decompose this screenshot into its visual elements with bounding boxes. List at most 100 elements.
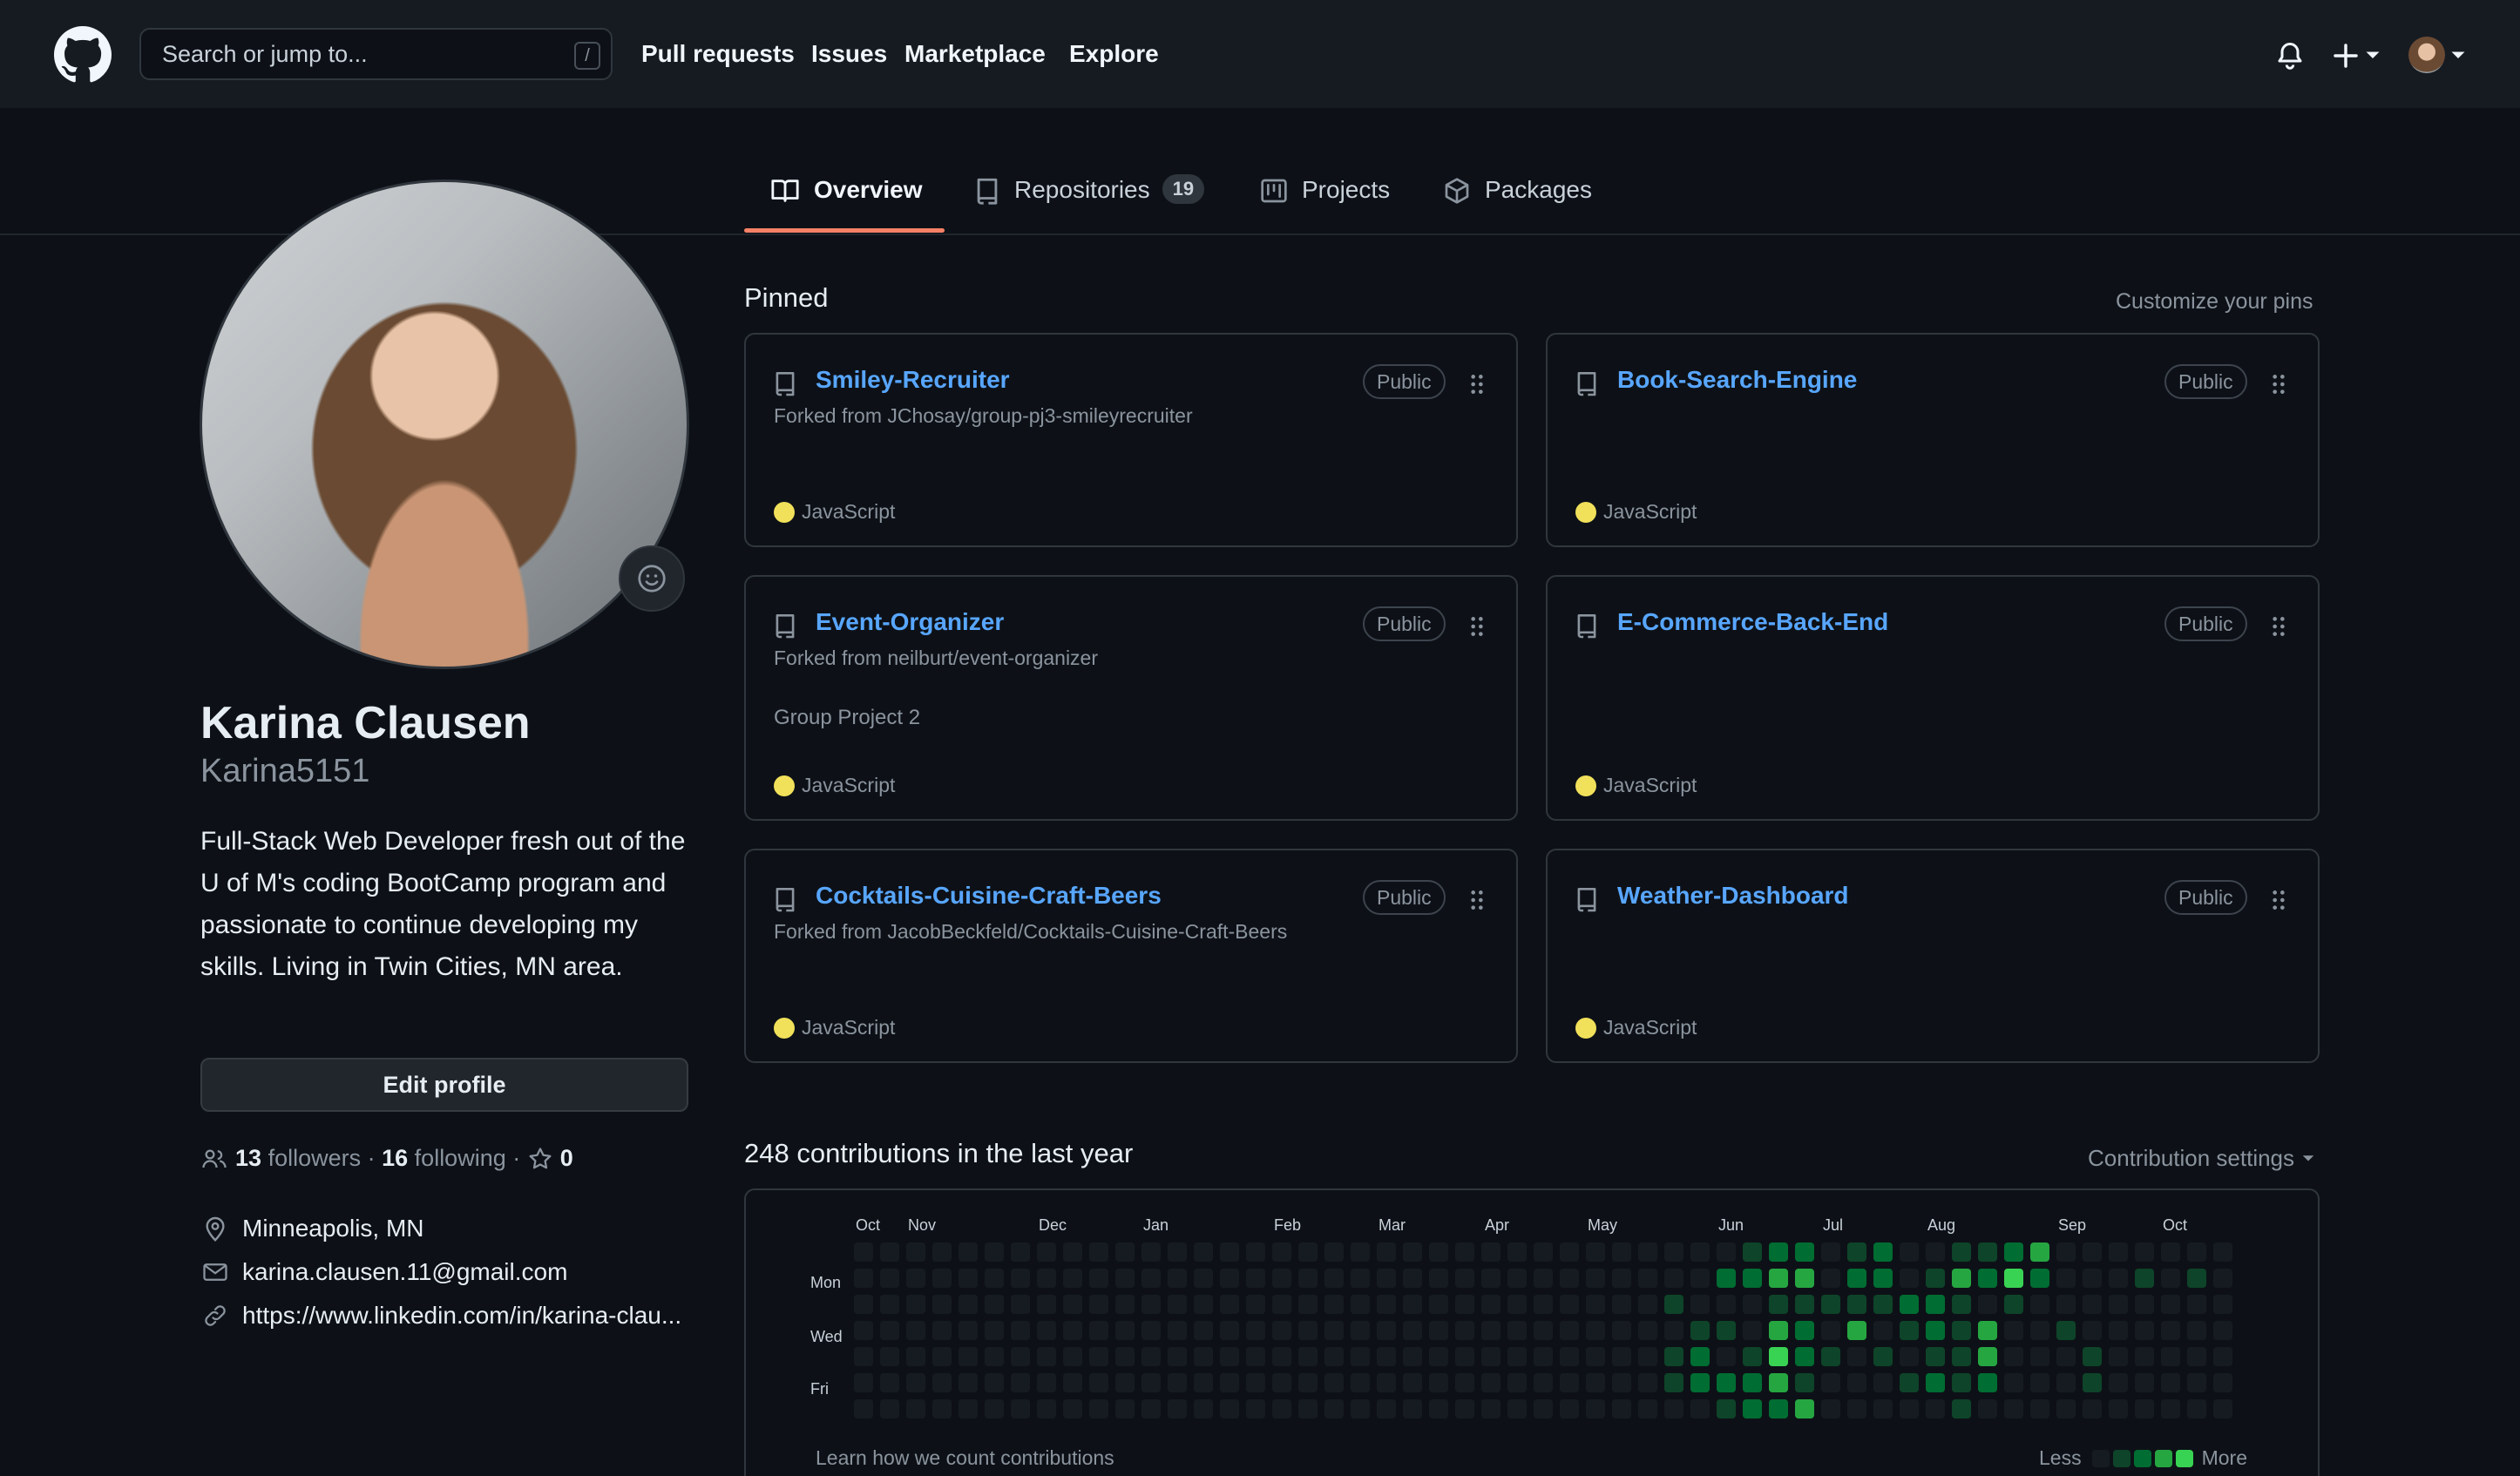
- contribution-day[interactable]: [2004, 1373, 2023, 1392]
- contribution-day[interactable]: [1089, 1269, 1108, 1288]
- contribution-day[interactable]: [1455, 1321, 1474, 1340]
- contribution-day[interactable]: [1455, 1242, 1474, 1262]
- contribution-day[interactable]: [1115, 1295, 1135, 1314]
- contribution-day[interactable]: [1560, 1321, 1579, 1340]
- contribution-day[interactable]: [1847, 1347, 1866, 1366]
- contribution-day[interactable]: [1037, 1321, 1056, 1340]
- contribution-day[interactable]: [985, 1399, 1004, 1418]
- contribution-day[interactable]: [932, 1269, 952, 1288]
- contribution-day[interactable]: [1246, 1347, 1265, 1366]
- contribution-day[interactable]: [1324, 1295, 1344, 1314]
- contribution-day[interactable]: [1403, 1321, 1422, 1340]
- contribution-day[interactable]: [1403, 1295, 1422, 1314]
- contribution-day[interactable]: [1037, 1399, 1056, 1418]
- contribution-day[interactable]: [959, 1321, 978, 1340]
- contribution-day[interactable]: [1873, 1269, 1893, 1288]
- contribution-day[interactable]: [2030, 1347, 2049, 1366]
- contribution-day[interactable]: [932, 1242, 952, 1262]
- contribution-day[interactable]: [2083, 1242, 2102, 1262]
- contribution-day[interactable]: [2083, 1399, 2102, 1418]
- contribution-day[interactable]: [1664, 1347, 1683, 1366]
- contribution-day[interactable]: [959, 1373, 978, 1392]
- contribution-day[interactable]: [1560, 1242, 1579, 1262]
- contribution-day[interactable]: [1063, 1269, 1082, 1288]
- contribution-day[interactable]: [906, 1295, 925, 1314]
- contribution-day[interactable]: [1246, 1295, 1265, 1314]
- contribution-day[interactable]: [1586, 1321, 1605, 1340]
- contribution-day[interactable]: [1586, 1347, 1605, 1366]
- contribution-day[interactable]: [2109, 1321, 2128, 1340]
- search-input[interactable]: [141, 30, 611, 78]
- contribution-day[interactable]: [1037, 1269, 1056, 1288]
- contribution-day[interactable]: [1298, 1269, 1318, 1288]
- drag-handle-icon[interactable]: [1469, 615, 1485, 638]
- contribution-day[interactable]: [1534, 1373, 1553, 1392]
- contribution-day[interactable]: [1089, 1242, 1108, 1262]
- drag-handle-icon[interactable]: [2271, 615, 2286, 638]
- contribution-day[interactable]: [2161, 1295, 2180, 1314]
- contribution-day[interactable]: [1873, 1347, 1893, 1366]
- contribution-day[interactable]: [1220, 1321, 1239, 1340]
- contribution-day[interactable]: [1795, 1242, 1814, 1262]
- contribution-day[interactable]: [1821, 1373, 1840, 1392]
- contribution-day[interactable]: [1089, 1295, 1108, 1314]
- contribution-day[interactable]: [1324, 1321, 1344, 1340]
- contribution-day[interactable]: [2083, 1295, 2102, 1314]
- contribution-day[interactable]: [2030, 1399, 2049, 1418]
- drag-handle-icon[interactable]: [2271, 373, 2286, 396]
- contribution-day[interactable]: [1298, 1321, 1318, 1340]
- contribution-day[interactable]: [1690, 1269, 1710, 1288]
- contribution-day[interactable]: [1900, 1399, 1919, 1418]
- contribution-day[interactable]: [2056, 1269, 2076, 1288]
- tab-repositories[interactable]: Repositories 19: [974, 174, 1205, 239]
- contribution-day[interactable]: [1324, 1242, 1344, 1262]
- contribution-day[interactable]: [1638, 1269, 1657, 1288]
- contribution-day[interactable]: [1821, 1242, 1840, 1262]
- contribution-day[interactable]: [1011, 1269, 1030, 1288]
- contribution-day[interactable]: [932, 1347, 952, 1366]
- contribution-day[interactable]: [1220, 1295, 1239, 1314]
- contribution-day[interactable]: [1534, 1321, 1553, 1340]
- contribution-day[interactable]: [1011, 1295, 1030, 1314]
- contribution-day[interactable]: [1220, 1347, 1239, 1366]
- contribution-day[interactable]: [2213, 1295, 2232, 1314]
- drag-handle-icon[interactable]: [2271, 889, 2286, 911]
- contribution-day[interactable]: [1612, 1399, 1631, 1418]
- contribution-day[interactable]: [1586, 1373, 1605, 1392]
- contribution-day[interactable]: [2135, 1269, 2154, 1288]
- contribution-day[interactable]: [1403, 1269, 1422, 1288]
- contribution-day[interactable]: [1377, 1295, 1396, 1314]
- contribution-day[interactable]: [880, 1347, 899, 1366]
- contribution-day[interactable]: [1168, 1242, 1187, 1262]
- contribution-day[interactable]: [1194, 1321, 1213, 1340]
- contribution-day[interactable]: [1089, 1373, 1108, 1392]
- contribution-day[interactable]: [1690, 1295, 1710, 1314]
- contribution-day[interactable]: [906, 1321, 925, 1340]
- contribution-day[interactable]: [1403, 1399, 1422, 1418]
- tab-packages[interactable]: Packages: [1443, 176, 1592, 239]
- contribution-day[interactable]: [2056, 1321, 2076, 1340]
- contribution-day[interactable]: [2135, 1295, 2154, 1314]
- set-status-button[interactable]: [619, 545, 685, 612]
- contribution-day[interactable]: [1429, 1321, 1448, 1340]
- repo-name-link[interactable]: Weather-Dashboard: [1617, 882, 1849, 910]
- contribution-day[interactable]: [1978, 1321, 1997, 1340]
- contribution-day[interactable]: [2030, 1321, 2049, 1340]
- contribution-day[interactable]: [1429, 1242, 1448, 1262]
- contribution-day[interactable]: [1037, 1373, 1056, 1392]
- contribution-day[interactable]: [1690, 1399, 1710, 1418]
- contribution-day[interactable]: [1455, 1295, 1474, 1314]
- bell-icon[interactable]: [2274, 40, 2306, 71]
- contribution-day[interactable]: [1821, 1295, 1840, 1314]
- contribution-day[interactable]: [1690, 1373, 1710, 1392]
- nav-issues[interactable]: Issues: [811, 40, 887, 68]
- contribution-day[interactable]: [1743, 1321, 1762, 1340]
- contribution-day[interactable]: [1717, 1399, 1736, 1418]
- contribution-day[interactable]: [1141, 1295, 1161, 1314]
- contribution-day[interactable]: [1455, 1347, 1474, 1366]
- contribution-day[interactable]: [1769, 1373, 1788, 1392]
- contribution-day[interactable]: [1351, 1321, 1370, 1340]
- contribution-day[interactable]: [1847, 1321, 1866, 1340]
- following-link[interactable]: following: [415, 1145, 506, 1172]
- customize-pins-link[interactable]: Customize your pins: [2116, 289, 2313, 315]
